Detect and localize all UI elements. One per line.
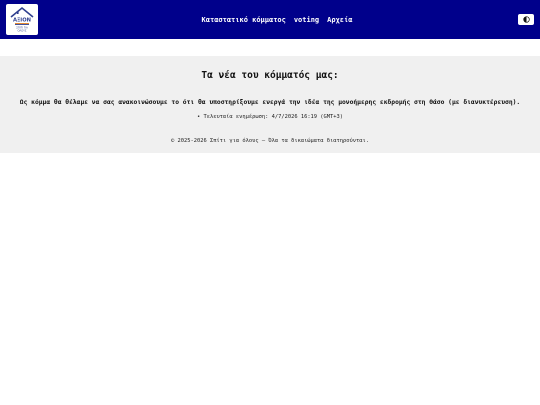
- nav-link-files[interactable]: Αρχεία: [327, 16, 352, 24]
- last-updated: • Τελευταία ενημέρωση: 4/7/2026 16:19 (G…: [196, 114, 344, 120]
- page-title: Τα νέα του κόμματός μας:: [201, 70, 339, 81]
- announcement-text: Ως κόμμα θα θέλαμε να σας ανακοινώσουμε …: [19, 99, 521, 106]
- theme-toggle-button[interactable]: [518, 14, 534, 25]
- nav-link-charter[interactable]: Καταστατικό κόμματος: [202, 16, 286, 24]
- footer-copyright: © 2025-2026 Σπίτι για όλους — Όλα τα δικ…: [171, 138, 369, 144]
- site-header: ΑΞΙΟΝ ΣΠΙΤΙ ΓΙΑ ΟΛΟΥΣ Καταστατικό κόμματ…: [0, 0, 540, 39]
- half-moon-icon: [522, 16, 530, 23]
- nav-link-voting[interactable]: voting: [294, 16, 319, 24]
- main-nav: Καταστατικό κόμματος voting Αρχεία: [0, 0, 540, 39]
